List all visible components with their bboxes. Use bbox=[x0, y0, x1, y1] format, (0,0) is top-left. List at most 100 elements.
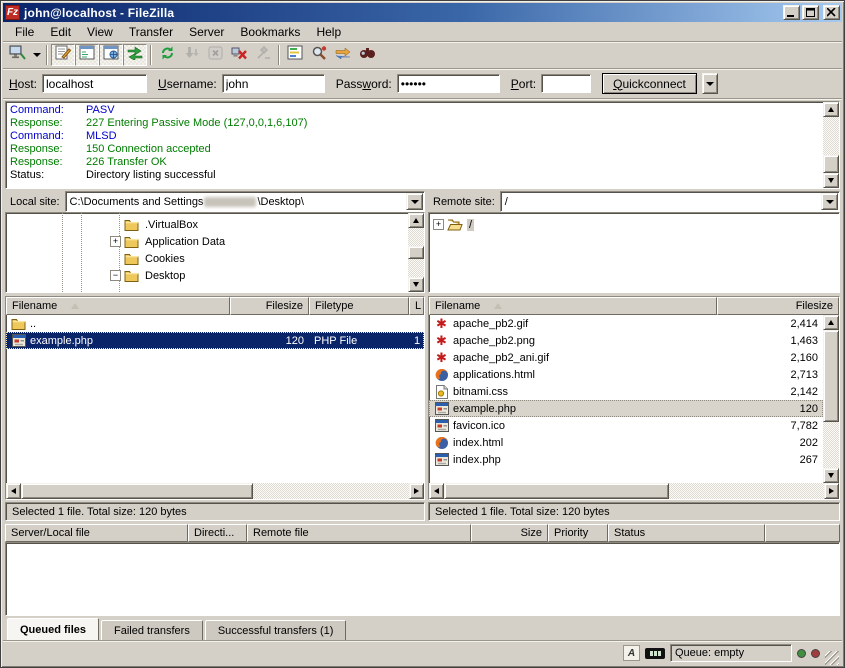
tree-item-cookies[interactable]: Cookies bbox=[6, 250, 408, 267]
column-header-filetype[interactable]: Filetype bbox=[309, 297, 409, 315]
column-header-filename[interactable]: Filename bbox=[429, 297, 717, 315]
column-header-filename[interactable]: Filename bbox=[6, 297, 230, 315]
site-manager-dropdown-button[interactable] bbox=[30, 44, 43, 66]
local-horizontal-scrollbar[interactable] bbox=[6, 483, 424, 499]
local-tree-scrollbar[interactable] bbox=[408, 213, 424, 292]
tab-successful-transfers--1-[interactable]: Successful transfers (1) bbox=[205, 620, 347, 640]
scrollbar-track[interactable] bbox=[669, 483, 824, 499]
scroll-down-button[interactable] bbox=[823, 173, 839, 188]
scroll-up-button[interactable] bbox=[408, 213, 424, 228]
scroll-left-button[interactable] bbox=[429, 483, 444, 499]
file-row-apache-pb2-ani-gif[interactable]: ✱apache_pb2_ani.gif2,160 bbox=[429, 349, 823, 366]
file-row-apache-pb2-gif[interactable]: ✱apache_pb2.gif2,414 bbox=[429, 315, 823, 332]
toggle-message-log-button[interactable] bbox=[51, 44, 75, 66]
toggle-remote-tree-button[interactable] bbox=[99, 44, 123, 66]
menu-item-bookmarks[interactable]: Bookmarks bbox=[232, 23, 308, 41]
tab-queued-files[interactable]: Queued files bbox=[7, 618, 99, 640]
maximize-button[interactable] bbox=[802, 5, 819, 20]
scrollbar-thumb[interactable] bbox=[444, 483, 669, 499]
synchronized-browsing-button[interactable] bbox=[331, 44, 355, 66]
tree-item-desktop[interactable]: −Desktop bbox=[6, 267, 408, 284]
local-path-combobox[interactable]: C:\Documents and Settings\Desktop\ bbox=[65, 191, 425, 212]
log-line: Response:227 Entering Passive Mode (127,… bbox=[10, 117, 823, 130]
scrollbar-track[interactable] bbox=[253, 483, 409, 499]
scroll-down-button[interactable] bbox=[823, 468, 839, 483]
log-line-label: Response: bbox=[10, 143, 86, 156]
queue-column-status[interactable]: Status bbox=[608, 524, 765, 542]
directory-filters-button[interactable] bbox=[283, 44, 307, 66]
tree-item-application-data[interactable]: +Application Data bbox=[6, 233, 408, 250]
file-row-index-php[interactable]: index.php267 bbox=[429, 451, 823, 468]
file-row-favicon-ico[interactable]: favicon.ico7,782 bbox=[429, 417, 823, 434]
file-row---[interactable]: .. bbox=[6, 315, 424, 332]
queue-column-directi---[interactable]: Directi... bbox=[188, 524, 247, 542]
menu-item-server[interactable]: Server bbox=[181, 23, 232, 41]
scroll-left-button[interactable] bbox=[6, 483, 21, 499]
scroll-up-button[interactable] bbox=[823, 315, 839, 330]
refresh-button[interactable] bbox=[155, 44, 179, 66]
expand-plus-icon[interactable]: + bbox=[110, 236, 121, 247]
minimize-button[interactable] bbox=[783, 5, 800, 20]
queue-column-size[interactable]: Size bbox=[471, 524, 548, 542]
local-path-dropdown-button[interactable] bbox=[406, 193, 423, 210]
queue-column-remote-file[interactable]: Remote file bbox=[247, 524, 471, 542]
scrollbar-track[interactable] bbox=[408, 228, 424, 246]
message-log-scrollbar[interactable] bbox=[823, 102, 839, 188]
site-manager-button[interactable] bbox=[6, 44, 30, 66]
remote-directory-tree: +/ bbox=[429, 213, 839, 292]
file-row-example-php[interactable]: example.php120 bbox=[429, 400, 823, 417]
menu-item-file[interactable]: File bbox=[7, 23, 42, 41]
scroll-right-button[interactable] bbox=[824, 483, 839, 499]
scrollbar-thumb[interactable] bbox=[823, 155, 839, 173]
scrollbar-track[interactable] bbox=[823, 422, 839, 468]
toggle-queue-button[interactable] bbox=[123, 44, 147, 66]
column-header-filesize[interactable]: Filesize bbox=[230, 297, 309, 315]
directory-comparison-button[interactable] bbox=[307, 44, 331, 66]
remote-path-combobox[interactable]: / bbox=[500, 191, 840, 212]
username-input[interactable] bbox=[222, 74, 325, 93]
scroll-up-button[interactable] bbox=[823, 102, 839, 117]
menu-item-view[interactable]: View bbox=[79, 23, 121, 41]
remote-vertical-scrollbar[interactable] bbox=[823, 315, 839, 483]
scrollbar-track[interactable] bbox=[408, 259, 424, 277]
queue-list-area[interactable] bbox=[5, 542, 840, 616]
column-header-filesize[interactable]: Filesize bbox=[717, 297, 839, 315]
find-files-button[interactable] bbox=[355, 44, 379, 66]
menu-item-edit[interactable]: Edit bbox=[42, 23, 79, 41]
queue-column-priority[interactable]: Priority bbox=[548, 524, 608, 542]
tree-item--[interactable]: +/ bbox=[429, 216, 839, 233]
scrollbar-thumb[interactable] bbox=[21, 483, 253, 499]
password-input[interactable] bbox=[397, 74, 500, 93]
scrollbar-track[interactable] bbox=[823, 117, 839, 155]
queue-column-server-local-file[interactable]: Server/Local file bbox=[5, 524, 188, 542]
quickconnect-button[interactable]: Quickconnect bbox=[602, 73, 697, 94]
remote-horizontal-scrollbar[interactable] bbox=[429, 483, 839, 499]
quickconnect-dropdown-button[interactable] bbox=[702, 73, 718, 94]
tab-failed-transfers[interactable]: Failed transfers bbox=[101, 620, 203, 640]
file-row-bitnami-css[interactable]: bitnami.css2,142 bbox=[429, 383, 823, 400]
tree-item--virtualbox[interactable]: .VirtualBox bbox=[6, 216, 408, 233]
title-bar[interactable]: Fz john@localhost - FileZilla bbox=[3, 3, 842, 22]
file-row-example-php[interactable]: example.php120PHP File1 bbox=[6, 332, 424, 349]
port-input[interactable] bbox=[541, 74, 591, 93]
speed-limit-icon[interactable] bbox=[645, 648, 665, 659]
close-button[interactable] bbox=[823, 5, 840, 20]
file-row-index-html[interactable]: index.html202 bbox=[429, 434, 823, 451]
scroll-right-button[interactable] bbox=[409, 483, 424, 499]
menu-item-help[interactable]: Help bbox=[308, 23, 349, 41]
host-input[interactable] bbox=[42, 74, 147, 93]
scroll-down-button[interactable] bbox=[408, 277, 424, 292]
ascii-transfer-type-icon[interactable]: A bbox=[623, 645, 640, 661]
file-row-apache-pb2-png[interactable]: ✱apache_pb2.png1,463 bbox=[429, 332, 823, 349]
column-header-l[interactable]: L bbox=[409, 297, 424, 315]
remote-path-dropdown-button[interactable] bbox=[821, 193, 838, 210]
toggle-local-tree-button[interactable] bbox=[75, 44, 99, 66]
resize-grip[interactable] bbox=[825, 651, 839, 665]
expand-plus-icon[interactable]: + bbox=[433, 219, 444, 230]
collapse-minus-icon[interactable]: − bbox=[110, 270, 121, 281]
menu-item-transfer[interactable]: Transfer bbox=[121, 23, 181, 41]
scrollbar-thumb[interactable] bbox=[408, 246, 424, 259]
file-row-applications-html[interactable]: applications.html2,713 bbox=[429, 366, 823, 383]
scrollbar-thumb[interactable] bbox=[823, 330, 839, 422]
disconnect-button[interactable] bbox=[227, 44, 251, 66]
